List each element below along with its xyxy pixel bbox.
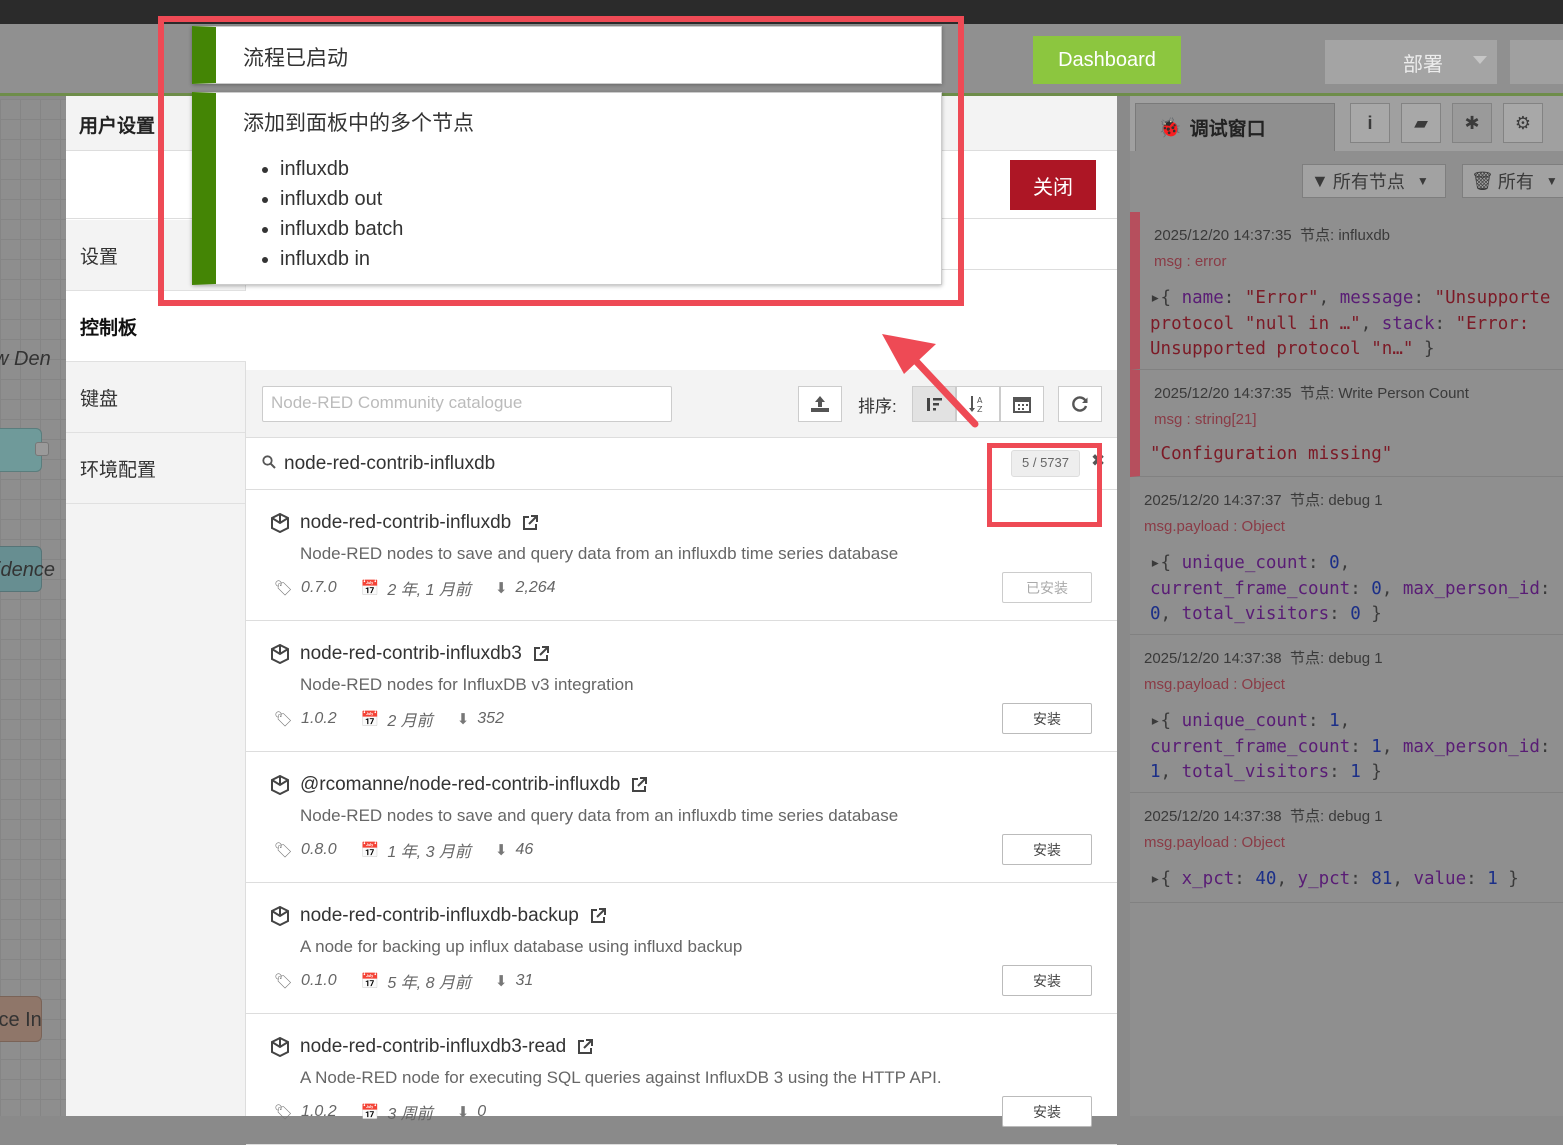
annotation-arrow (882, 334, 979, 428)
